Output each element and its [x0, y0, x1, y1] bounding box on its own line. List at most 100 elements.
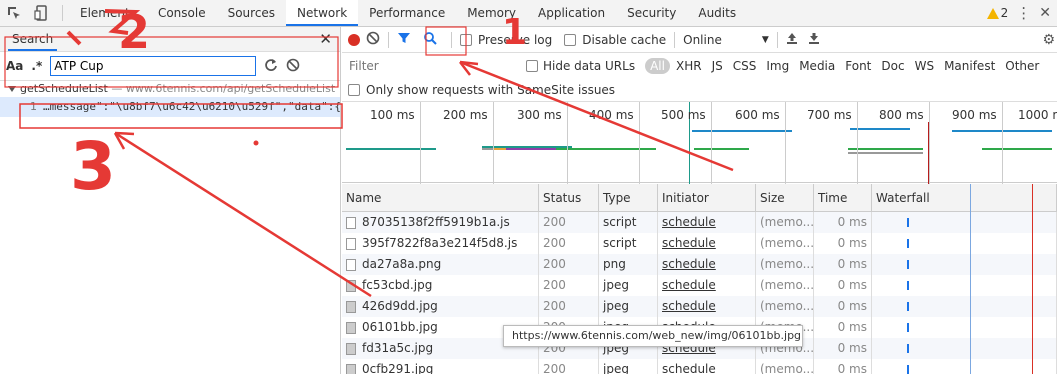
table-row[interactable]: da27a8a.png 200 png schedule (memo... 0 ms	[342, 254, 1057, 275]
import-har-icon[interactable]	[786, 31, 798, 48]
filter-type-doc[interactable]: Doc	[877, 58, 908, 74]
overview-bar	[982, 148, 1052, 150]
request-name-cell[interactable]: da27a8a.png	[342, 254, 539, 275]
tab-sources[interactable]: Sources	[217, 0, 286, 26]
type-cell: jpeg	[599, 359, 658, 374]
filter-type-other[interactable]: Other	[1001, 58, 1043, 74]
document-file-icon	[346, 216, 356, 229]
size-cell: (memo...	[756, 359, 814, 374]
request-name-cell[interactable]: 0cfb291.jpg	[342, 359, 539, 374]
clear-search-icon[interactable]	[286, 58, 300, 75]
status-cell: 200	[539, 275, 599, 296]
column-header-size[interactable]: Size	[756, 184, 814, 211]
timeline-gridline	[493, 102, 494, 184]
warnings-badge[interactable]: 2	[986, 6, 1008, 20]
filter-icon[interactable]	[397, 31, 411, 48]
time-cell: 0 ms	[814, 275, 872, 296]
filter-input[interactable]	[346, 56, 516, 76]
overview-bar	[346, 148, 436, 150]
request-name: da27a8a.png	[362, 257, 442, 271]
tab-security[interactable]: Security	[616, 0, 687, 26]
timeline-gridline	[711, 102, 712, 184]
table-row[interactable]: fc53cbd.jpg 200 jpeg schedule (memo... 0 ms	[342, 275, 1057, 296]
column-header-name[interactable]: Name	[342, 184, 539, 211]
filter-type-font[interactable]: Font	[841, 58, 875, 74]
overview-bar	[692, 130, 792, 132]
filter-type-js[interactable]: JS	[708, 58, 727, 74]
column-header-status[interactable]: Status	[539, 184, 599, 211]
refresh-icon[interactable]	[264, 58, 278, 75]
table-row[interactable]: 0cfb291.jpg 200 jpeg schedule (memo... 0 ms	[342, 359, 1057, 374]
initiator-link[interactable]: schedule	[658, 296, 756, 317]
search-panel: Search ✕ Aa .* getScheduleList — www.6te…	[0, 27, 341, 374]
close-search-icon[interactable]: ✕	[319, 30, 332, 48]
samesite-checkbox[interactable]	[348, 84, 360, 96]
filter-type-all[interactable]: All	[645, 58, 670, 74]
search-result-line[interactable]: 1 …message":"\u8bf7\u6c42\u6210\u529f","d…	[0, 97, 340, 117]
tab-memory[interactable]: Memory	[456, 0, 527, 26]
disable-cache-checkbox[interactable]	[564, 33, 577, 46]
network-overview[interactable]: 100 ms 200 ms 300 ms 400 ms 500 ms 600 ms 700 …	[342, 101, 1057, 184]
tab-console[interactable]: Console	[147, 0, 217, 26]
devtools-tabbar: Elements Console Sources Network Performance…	[0, 0, 1057, 27]
column-header-waterfall[interactable]: Waterfall	[872, 184, 1057, 211]
filter-type-ws[interactable]: WS	[911, 58, 938, 74]
request-name: fc53cbd.jpg	[362, 278, 433, 292]
request-name-cell[interactable]: 395f7822f8a3e214f5d8.js	[342, 233, 539, 254]
filter-type-xhr[interactable]: XHR	[672, 58, 706, 74]
search-panel-title[interactable]: Search	[8, 32, 58, 51]
regex-toggle[interactable]: .*	[31, 59, 42, 73]
network-settings-icon[interactable]: ⚙	[1042, 32, 1055, 48]
table-row[interactable]: 426d9dd.jpg 200 jpeg schedule (memo... 0 ms	[342, 296, 1057, 317]
tab-audits[interactable]: Audits	[687, 0, 747, 26]
close-devtools-icon[interactable]: ✕	[1039, 5, 1051, 21]
waterfall-dcl-line	[970, 184, 971, 374]
waterfall-cell	[872, 338, 1057, 359]
filter-type-css[interactable]: CSS	[729, 58, 761, 74]
device-toolbar-icon[interactable]	[28, 0, 56, 26]
status-cell: 200	[539, 254, 599, 275]
hide-data-urls-checkbox[interactable]	[526, 60, 538, 72]
filter-type-manifest[interactable]: Manifest	[940, 58, 999, 74]
samesite-row: Only show requests with SameSite issues	[342, 79, 615, 101]
request-name-cell[interactable]: fc53cbd.jpg	[342, 275, 539, 296]
table-row[interactable]: 87035138f2ff5919b1a.js 200 script schedule(…	[342, 212, 1057, 233]
request-name-cell[interactable]: 426d9dd.jpg	[342, 296, 539, 317]
overview-bar	[506, 148, 556, 150]
initiator-link[interactable]: schedule	[658, 212, 756, 233]
record-button[interactable]	[348, 33, 360, 46]
preserve-log-checkbox[interactable]	[460, 33, 472, 46]
time-cell: 0 ms	[814, 359, 872, 374]
match-case-toggle[interactable]: Aa	[6, 59, 23, 73]
search-icon[interactable]	[417, 31, 443, 48]
column-header-initiator[interactable]: Initiator	[658, 184, 756, 211]
initiator-link[interactable]: schedule	[658, 359, 756, 374]
initiator-link[interactable]: schedule	[658, 233, 756, 254]
inspect-element-icon[interactable]	[0, 0, 28, 26]
column-header-type[interactable]: Type	[599, 184, 658, 211]
toolbar-separator	[776, 31, 778, 48]
column-header-time[interactable]: Time	[814, 184, 872, 211]
status-cell: 200	[539, 296, 599, 317]
timeline-gridline	[857, 102, 858, 184]
result-file-url: — www.6tennis.com/api/getScheduleList	[111, 82, 336, 95]
table-row[interactable]: 395f7822f8a3e214f5d8.js 200 script schedule…	[342, 233, 1057, 254]
filter-type-img[interactable]: Img	[762, 58, 793, 74]
tab-application[interactable]: Application	[527, 0, 616, 26]
initiator-link[interactable]: schedule	[658, 254, 756, 275]
initiator-link[interactable]: schedule	[658, 275, 756, 296]
status-cell: 200	[539, 212, 599, 233]
more-options-icon[interactable]: ⋮	[1016, 4, 1031, 22]
request-name: 0cfb291.jpg	[362, 362, 434, 374]
export-har-icon[interactable]	[808, 31, 820, 48]
search-result-file[interactable]: getScheduleList — www.6tennis.com/api/ge…	[0, 81, 340, 97]
tab-performance[interactable]: Performance	[358, 0, 456, 26]
filter-type-media[interactable]: Media	[795, 58, 839, 74]
throttling-select[interactable]: Online ▼	[683, 33, 769, 47]
tab-elements[interactable]: Elements	[69, 0, 147, 26]
clear-button[interactable]	[366, 31, 380, 48]
search-input[interactable]	[50, 56, 257, 76]
tab-network[interactable]: Network	[286, 0, 359, 26]
time-cell: 0 ms	[814, 212, 872, 233]
request-name-cell[interactable]: 87035138f2ff5919b1a.js	[342, 212, 539, 233]
